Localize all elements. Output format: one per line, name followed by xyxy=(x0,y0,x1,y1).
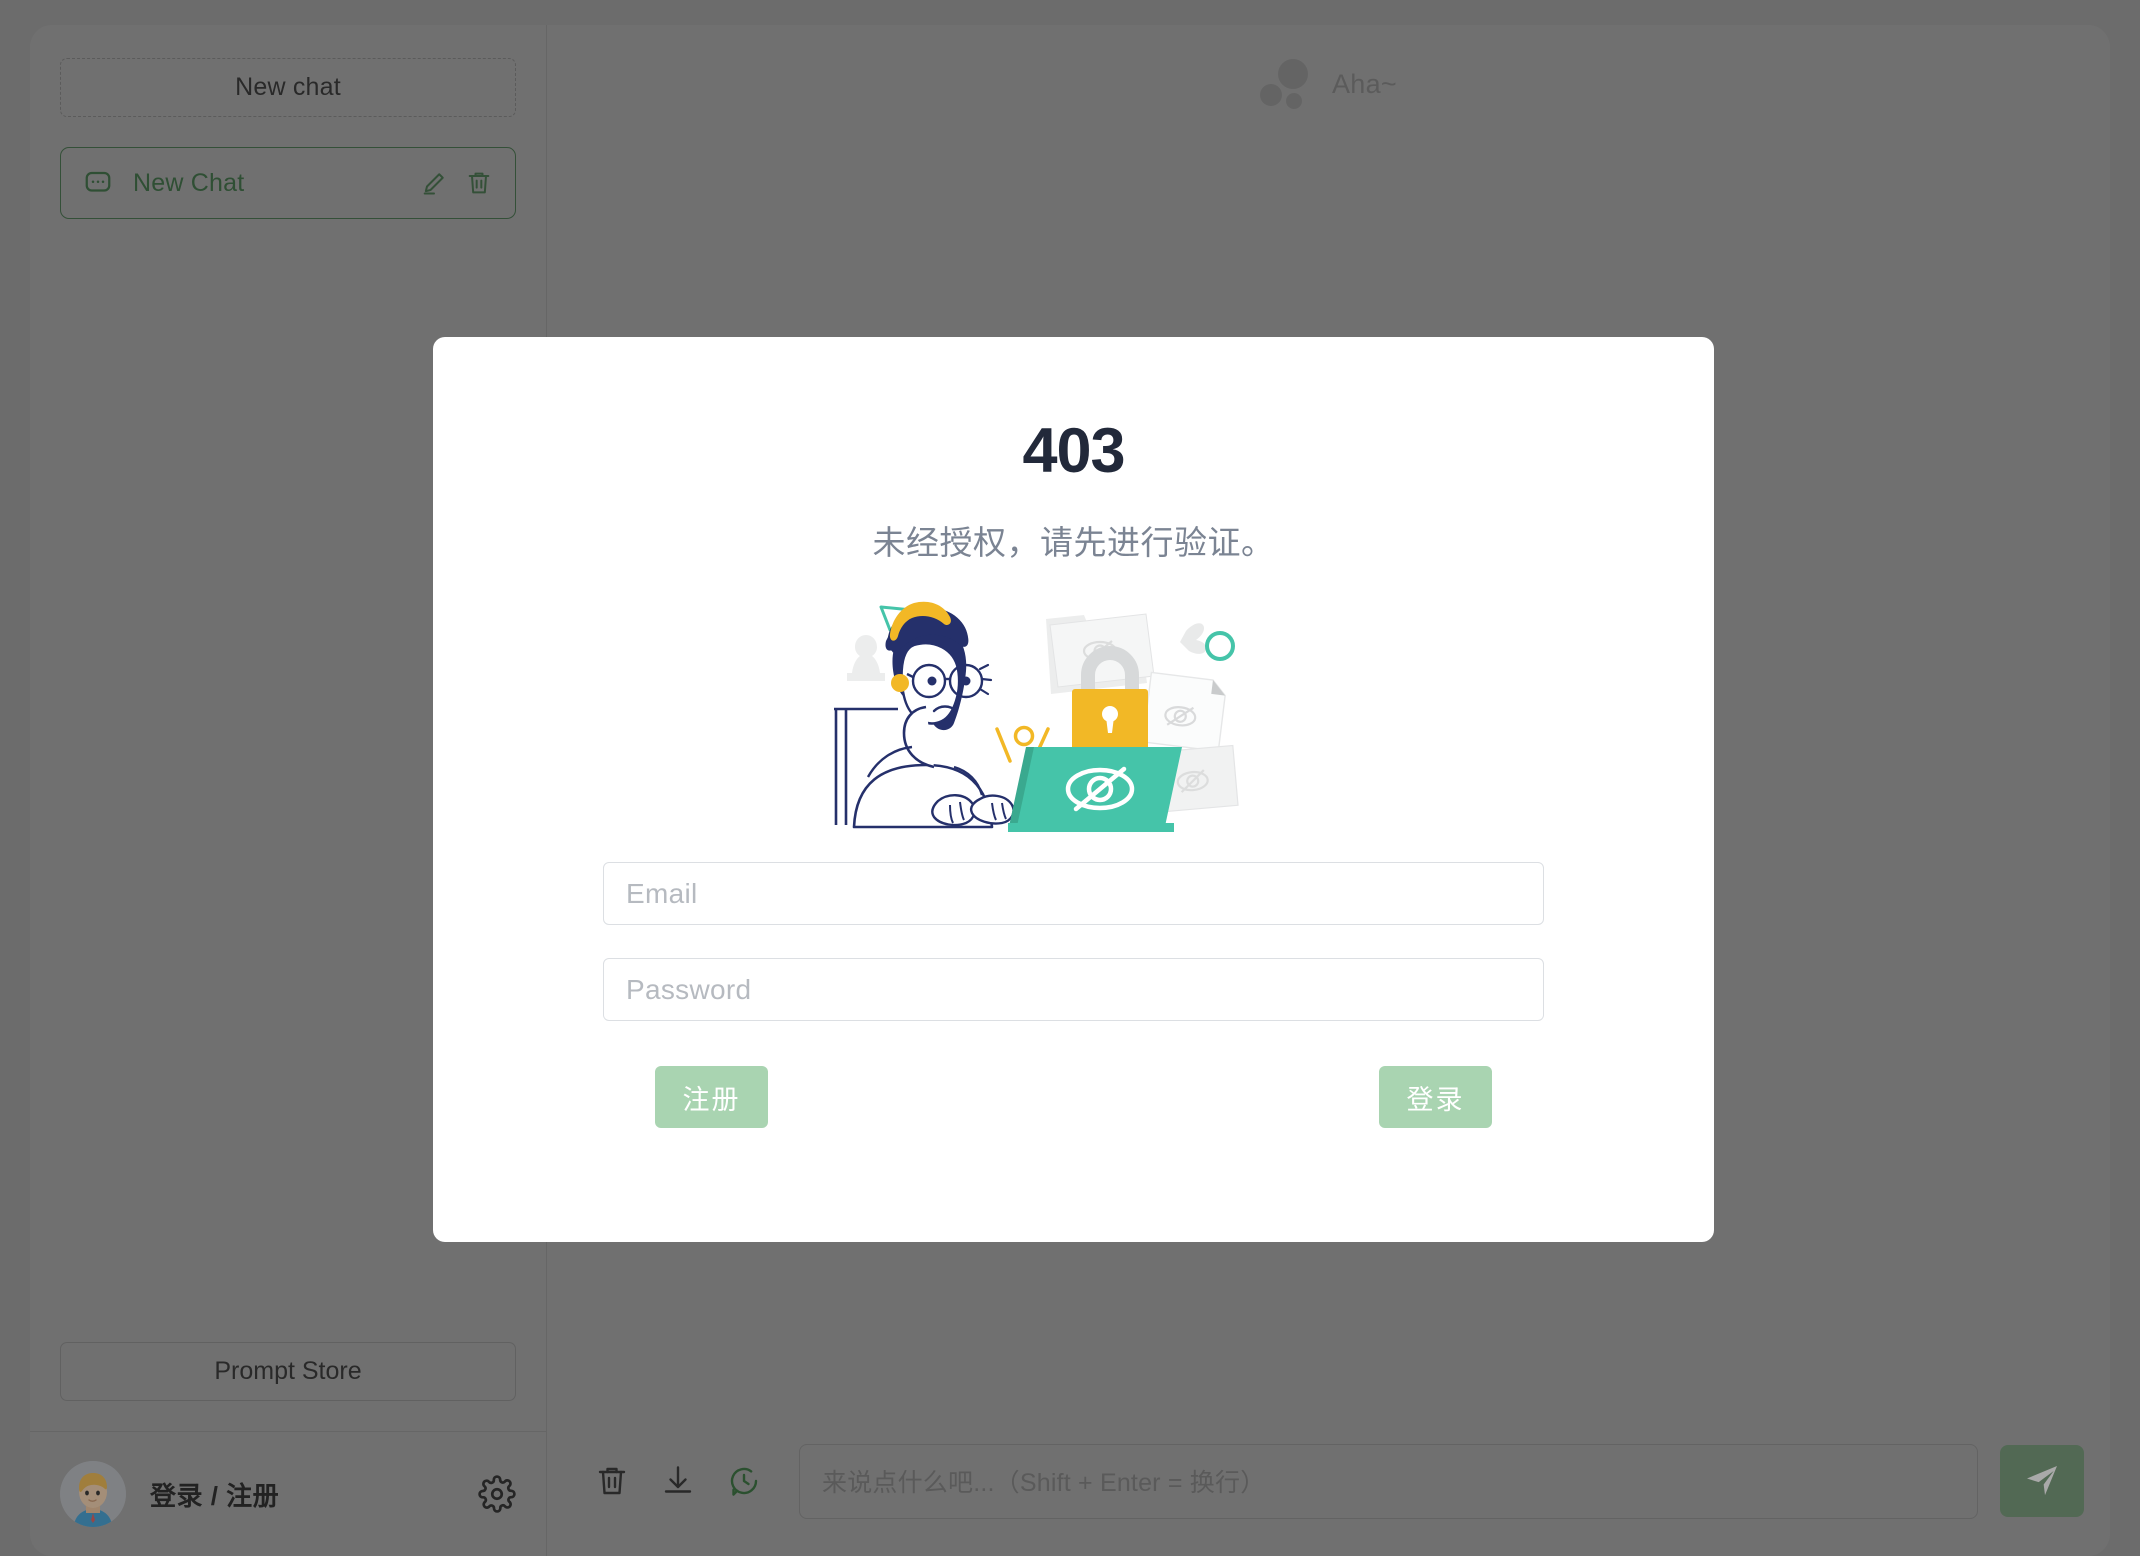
unauthorized-illustration xyxy=(603,586,1544,836)
auth-modal: 403 未经授权，请先进行验证。 Email Password 注册 登录 xyxy=(433,337,1714,1242)
register-button[interactable]: 注册 xyxy=(655,1066,768,1128)
password-field-placeholder: Password xyxy=(626,973,752,1005)
modal-actions: 注册 登录 xyxy=(603,1066,1544,1128)
modal-subtitle: 未经授权，请先进行验证。 xyxy=(872,524,1275,561)
email-field-placeholder: Email xyxy=(626,877,698,909)
modal-status-code: 403 xyxy=(1022,416,1125,486)
auth-form: Email Password xyxy=(603,862,1544,1021)
password-field[interactable]: Password xyxy=(603,958,1544,1021)
email-field[interactable]: Email xyxy=(603,862,1544,925)
login-button[interactable]: 登录 xyxy=(1379,1066,1492,1128)
